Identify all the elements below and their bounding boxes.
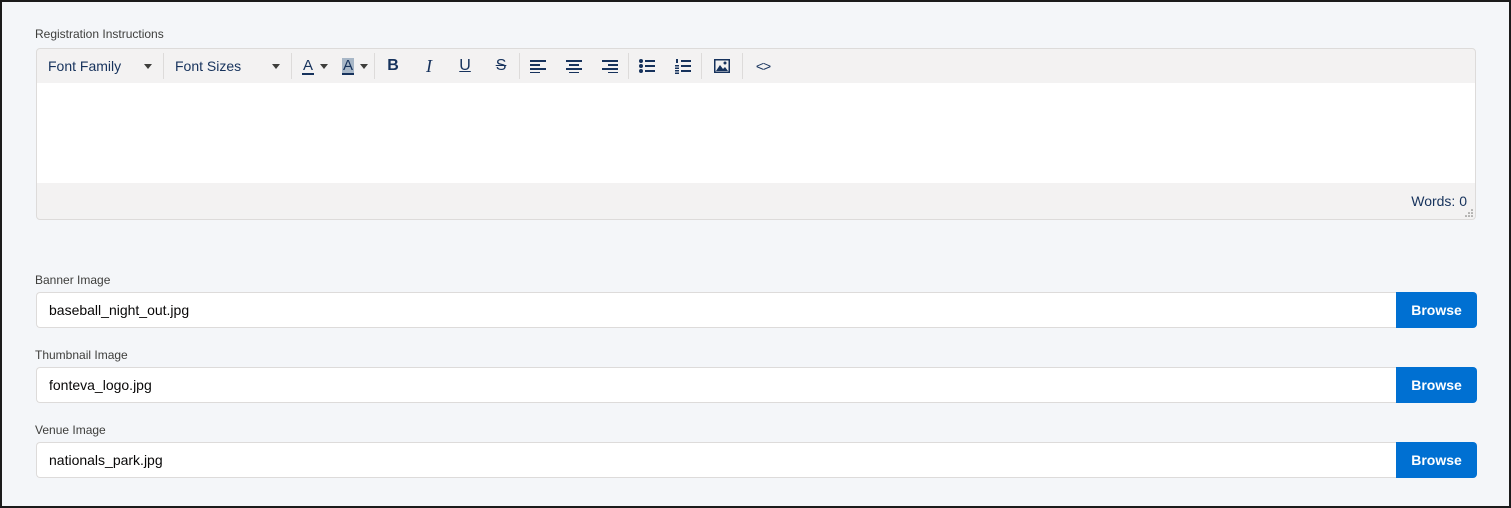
align-left-icon — [530, 60, 547, 73]
banner-browse-button[interactable]: Browse — [1396, 292, 1477, 328]
align-center-button[interactable] — [556, 49, 592, 83]
italic-button[interactable]: I — [411, 49, 447, 83]
bold-button[interactable]: B — [375, 49, 411, 83]
underline-button[interactable]: U — [447, 49, 483, 83]
align-left-button[interactable] — [520, 49, 556, 83]
underline-icon: U — [459, 57, 471, 74]
numbered-list-button[interactable] — [665, 49, 701, 83]
chevron-down-icon — [144, 63, 152, 69]
font-sizes-dropdown[interactable]: Font Sizes — [164, 49, 291, 83]
venue-image-field: Browse — [36, 442, 1477, 478]
thumbnail-image-field: Browse — [36, 367, 1477, 403]
banner-image-field: Browse — [36, 292, 1477, 328]
code-icon: <> — [755, 58, 771, 74]
text-color-icon: A — [302, 56, 315, 75]
font-family-label: Font Family — [48, 58, 122, 74]
thumbnail-image-input[interactable] — [36, 367, 1396, 403]
venue-image-label: Venue Image — [35, 423, 106, 437]
editor-toolbar: Font Family Font Sizes A A B I U S <> — [37, 49, 1475, 83]
insert-image-button[interactable] — [702, 49, 742, 83]
align-right-icon — [602, 60, 619, 73]
text-color-button[interactable]: A — [292, 49, 334, 83]
venue-browse-button[interactable]: Browse — [1396, 442, 1477, 478]
font-family-dropdown[interactable]: Font Family — [37, 49, 163, 83]
banner-image-input[interactable] — [36, 292, 1396, 328]
source-code-button[interactable]: <> — [743, 49, 783, 83]
banner-image-label: Banner Image — [35, 273, 111, 287]
thumbnail-browse-button[interactable]: Browse — [1396, 367, 1477, 403]
venue-image-input[interactable] — [36, 442, 1396, 478]
numbered-list-icon — [675, 59, 692, 74]
strikethrough-button[interactable]: S — [483, 49, 519, 83]
image-icon — [714, 59, 731, 73]
registration-instructions-label: Registration Instructions — [35, 27, 164, 41]
bold-icon: B — [387, 57, 399, 74]
chevron-down-icon — [320, 63, 329, 69]
italic-icon: I — [426, 55, 433, 76]
background-color-button[interactable]: A — [334, 49, 374, 83]
rich-text-editor: Font Family Font Sizes A A B I U S <> Wo… — [36, 48, 1476, 220]
resize-handle-icon[interactable] — [1465, 209, 1473, 217]
background-color-icon: A — [342, 56, 355, 75]
strikethrough-icon: S — [495, 57, 507, 74]
editor-content-area[interactable] — [37, 83, 1475, 183]
align-center-icon — [566, 60, 583, 73]
form-panel: Registration Instructions Font Family Fo… — [0, 0, 1511, 508]
align-right-button[interactable] — [592, 49, 628, 83]
chevron-down-icon — [360, 63, 369, 69]
bulleted-list-icon — [639, 59, 656, 73]
chevron-down-icon — [272, 63, 280, 69]
bulleted-list-button[interactable] — [629, 49, 665, 83]
thumbnail-image-label: Thumbnail Image — [35, 348, 128, 362]
font-sizes-label: Font Sizes — [175, 58, 242, 74]
word-count: Words: 0 — [1411, 193, 1467, 209]
